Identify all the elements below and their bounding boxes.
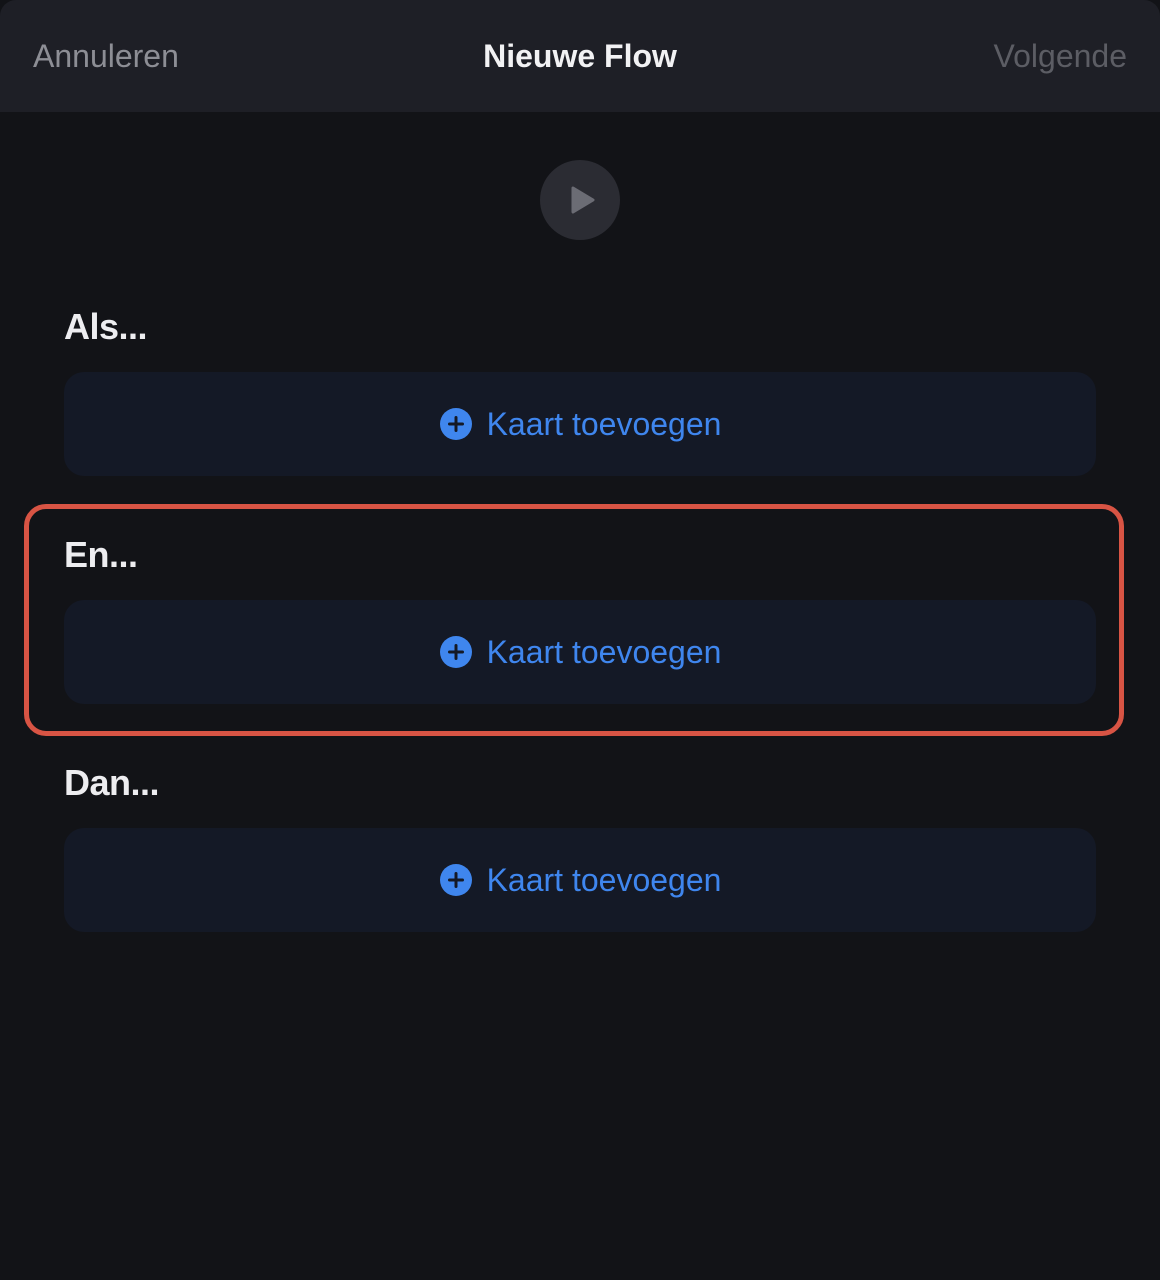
test-flow-button[interactable] [540, 160, 620, 240]
add-when-card-button[interactable]: Kaart toevoegen [64, 372, 1096, 476]
when-section-label: Als... [64, 306, 148, 347]
add-then-card-button[interactable]: Kaart toevoegen [64, 828, 1096, 932]
play-icon [571, 186, 595, 214]
plus-circle-icon [439, 636, 472, 668]
add-and-card-button[interactable]: Kaart toevoegen [64, 600, 1096, 704]
and-section-label: En... [64, 534, 138, 575]
add-card-label: Kaart toevoegen [486, 861, 722, 898]
top-navigation-bar: Annuleren Nieuwe Flow Volgende [0, 0, 1160, 112]
plus-circle-icon [439, 408, 472, 440]
add-card-label: Kaart toevoegen [486, 405, 722, 442]
next-button[interactable]: Volgende [994, 0, 1127, 112]
plus-circle-icon [439, 864, 472, 896]
add-card-label: Kaart toevoegen [486, 633, 722, 670]
cancel-button[interactable]: Annuleren [33, 0, 179, 112]
then-section-label: Dan... [64, 762, 160, 803]
